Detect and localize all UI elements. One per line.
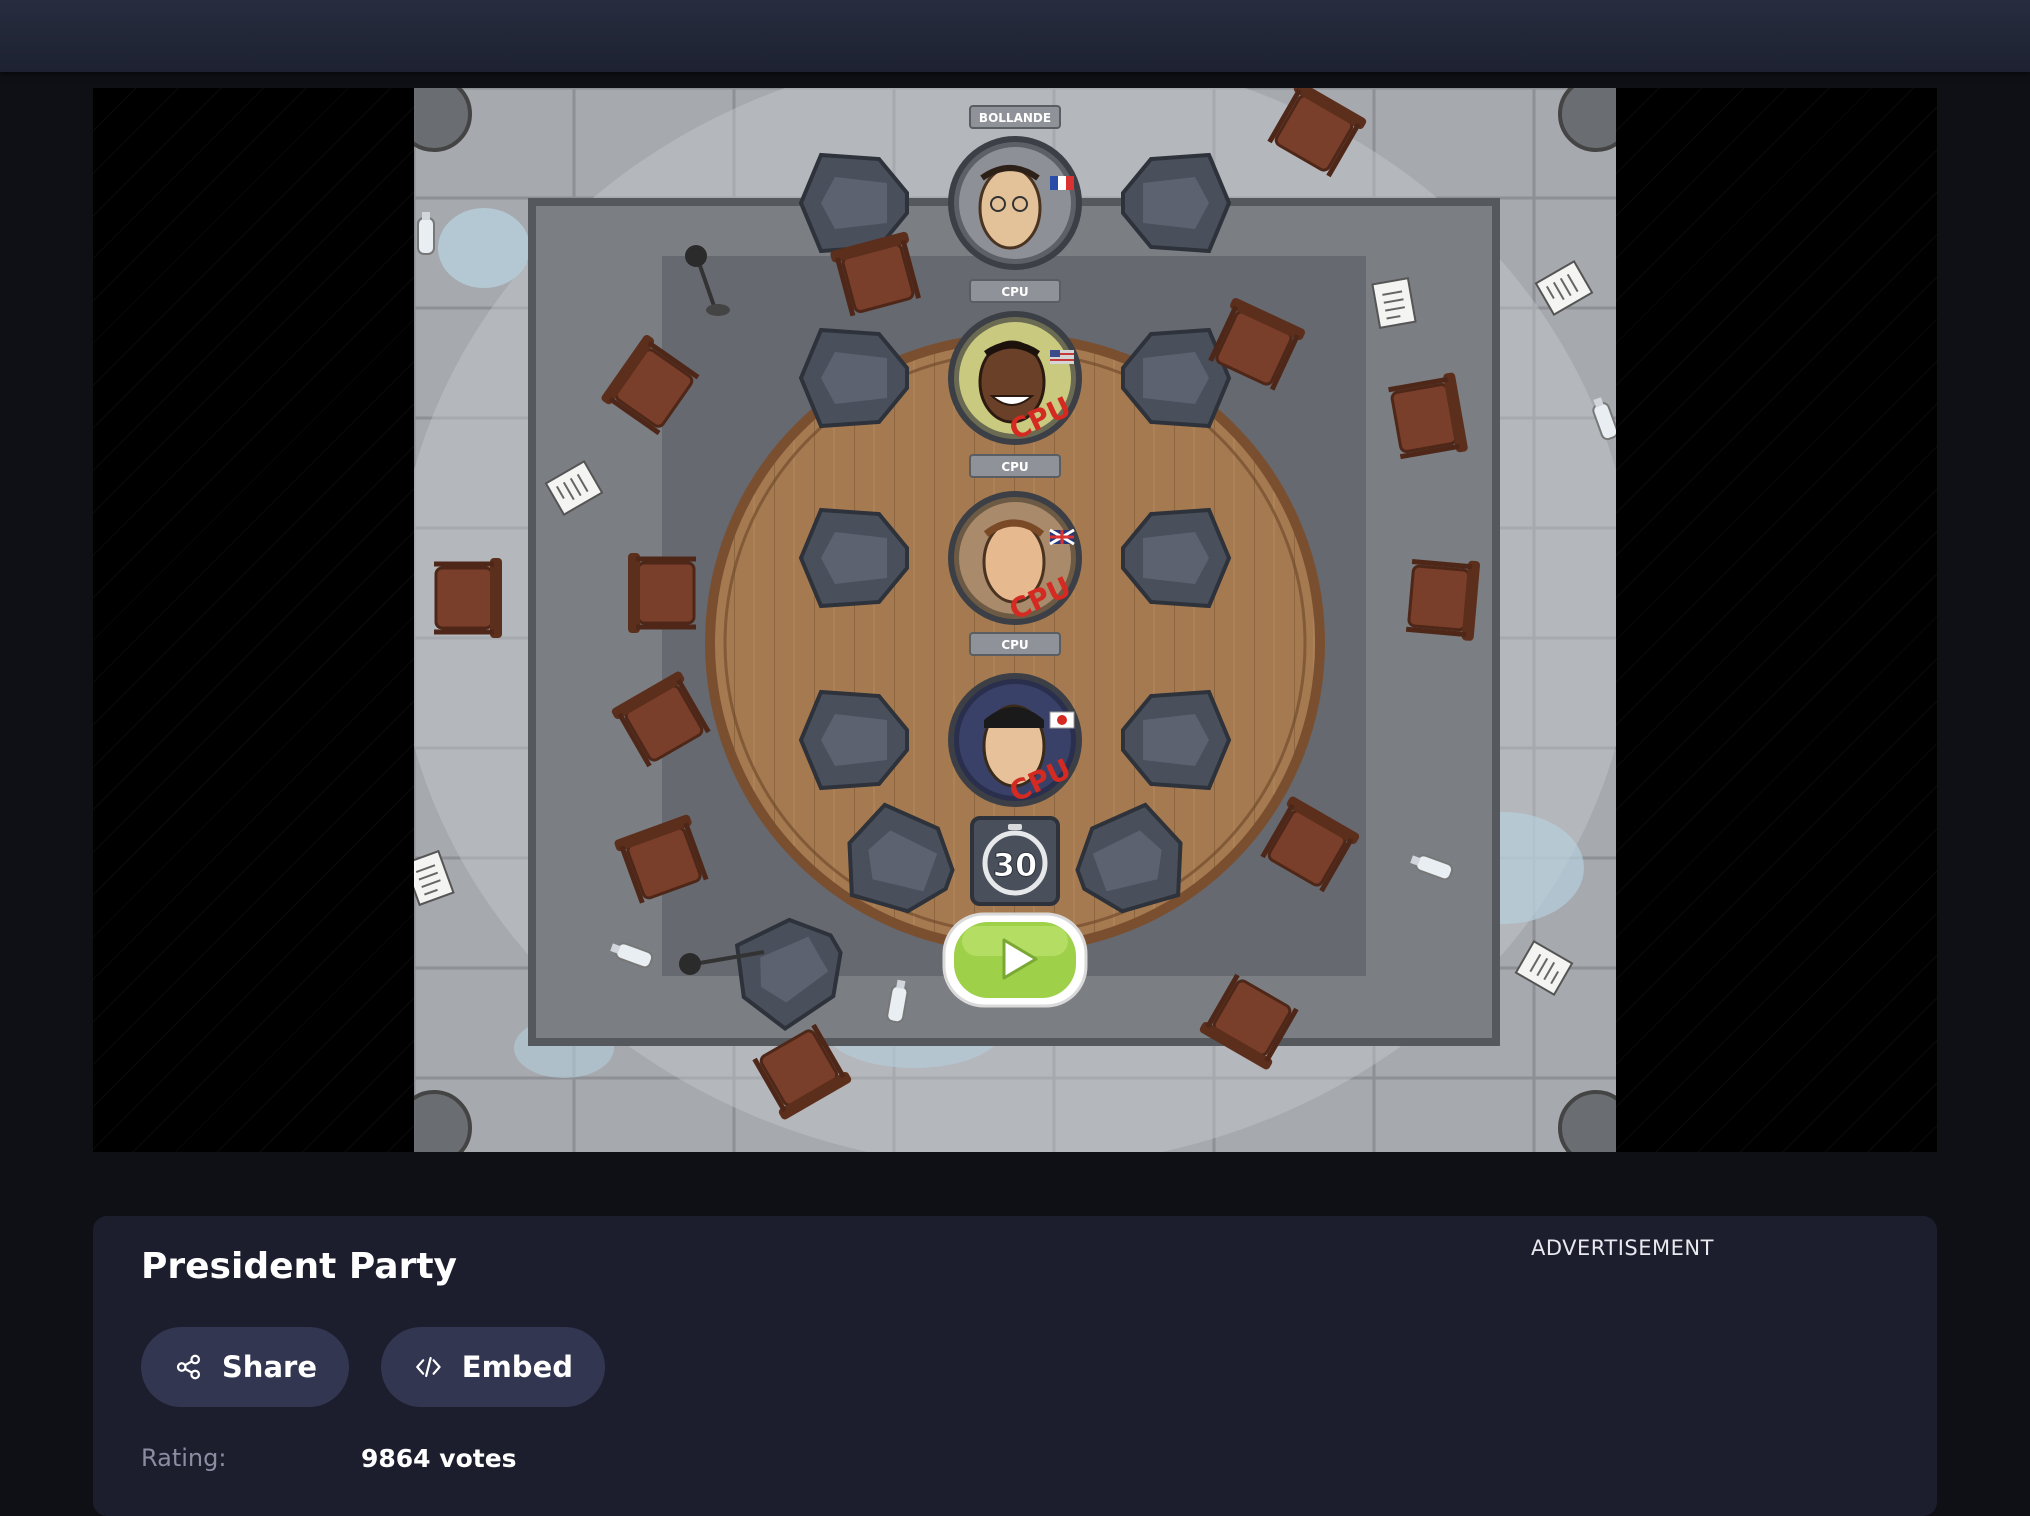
watermark-band-right: [1616, 88, 1937, 1152]
svg-text:CPU: CPU: [1001, 638, 1028, 652]
svg-text:CPU: CPU: [1001, 460, 1028, 474]
share-label: Share: [221, 1350, 317, 1384]
chair: [434, 558, 502, 638]
game-canvas[interactable]: BOLLANDE CPU CPU CPU CPU CPU CPU 30: [414, 88, 1616, 1152]
uk-flag-icon: [1049, 528, 1075, 546]
advertisement-label: ADVERTISEMENT: [1531, 1236, 1714, 1260]
game-frame[interactable]: BOLLANDE CPU CPU CPU CPU CPU CPU 30: [93, 88, 1937, 1152]
player-slot[interactable]: CPU: [948, 673, 1082, 809]
top-navigation-bar: [0, 0, 2030, 72]
vote-count: 9864 votes: [361, 1444, 517, 1473]
watermark-band-left: [93, 88, 414, 1152]
water-bottle: [417, 211, 435, 255]
embed-label: Embed: [461, 1350, 573, 1384]
japan-flag-icon: [1049, 711, 1075, 729]
chair: [628, 553, 696, 633]
share-button[interactable]: Share: [141, 1327, 349, 1407]
game-title: President Party: [141, 1246, 458, 1287]
usa-flag-icon: [1050, 350, 1074, 364]
leader-portrait: [978, 166, 1042, 250]
slot-role-label: CPU: [969, 279, 1061, 303]
slot-role-label: CPU: [969, 454, 1061, 478]
code-icon: [416, 1356, 441, 1378]
play-button[interactable]: [942, 912, 1088, 1008]
rating-label: Rating:: [141, 1444, 227, 1472]
france-flag-icon: [1050, 176, 1074, 190]
chair: [1406, 556, 1481, 642]
player-slot[interactable]: CPU: [948, 311, 1082, 447]
share-icon: [176, 1354, 201, 1380]
water-puddle: [438, 208, 530, 288]
player-slot[interactable]: [948, 136, 1082, 270]
leader-nameplate: BOLLANDE: [969, 105, 1061, 129]
turn-timer: 30: [970, 816, 1060, 906]
svg-text:30: 30: [993, 846, 1038, 884]
embed-button[interactable]: Embed: [381, 1327, 605, 1407]
slot-role-label: CPU: [969, 632, 1061, 656]
game-info-card: President Party Share Embed ADVERTISEMEN…: [93, 1216, 1937, 1516]
player-slot[interactable]: CPU: [948, 491, 1082, 627]
svg-text:BOLLANDE: BOLLANDE: [979, 111, 1051, 125]
paper-sheet: [1371, 277, 1417, 329]
svg-text:CPU: CPU: [1001, 285, 1028, 299]
